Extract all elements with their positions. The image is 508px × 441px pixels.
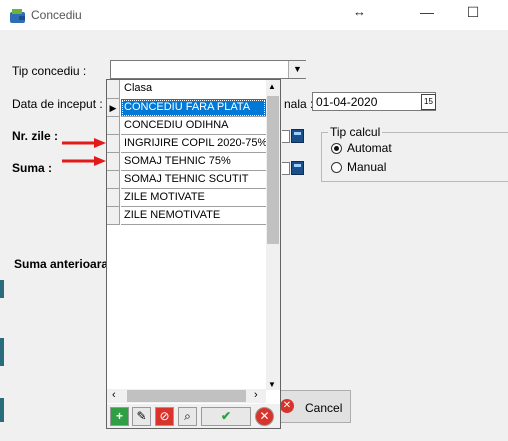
tip-calcul-title: Tip calcul — [328, 125, 383, 139]
combo-dropdown-button[interactable]: ▼ — [288, 61, 306, 78]
list-item[interactable]: SOMAJ TEHNIC SCUTIT — [121, 171, 266, 189]
resize-cursor-icon: ↔ — [353, 4, 366, 19]
data-finala-input[interactable]: 01-04-2020 — [312, 92, 436, 111]
radio-manual[interactable] — [331, 162, 342, 173]
row-indicator — [107, 135, 120, 153]
list-item[interactable]: CONCEDIU FARA PLATA — [121, 99, 266, 117]
list-item[interactable]: ZILE NEMOTIVATE — [121, 207, 266, 225]
row-indicator — [107, 207, 120, 225]
list-item[interactable]: SOMAJ TEHNIC 75% — [121, 153, 266, 171]
column-header[interactable]: Clasa — [121, 80, 266, 100]
background-strip — [0, 338, 4, 366]
scroll-right-icon[interactable]: › — [254, 389, 258, 401]
cancel-label: Cancel — [305, 401, 343, 415]
cancel-icon: ✕ — [280, 399, 294, 413]
calculator-icon[interactable] — [291, 161, 304, 175]
background-strip — [0, 398, 4, 422]
data-inceput-label: Data de inceput : — [12, 97, 103, 111]
row-indicator — [107, 189, 120, 207]
suma-input-edge[interactable] — [282, 162, 290, 175]
close-icon[interactable]: ✕ — [255, 407, 274, 426]
list-item[interactable]: CONCEDIU ODIHNA — [121, 117, 266, 135]
background-strip — [0, 280, 4, 298]
window-title: Concediu — [31, 8, 82, 22]
app-icon — [9, 6, 27, 24]
scroll-up-icon[interactable]: ▲ — [268, 82, 276, 91]
cancel-button[interactable]: ✕ Cancel — [276, 390, 351, 423]
row-indicator-current: ▶ — [107, 99, 120, 117]
minimize-button[interactable]: — — [412, 4, 442, 24]
calculator-icon[interactable] — [291, 129, 304, 143]
radio-manual-label: Manual — [347, 160, 387, 174]
radio-automat-label: Automat — [347, 141, 392, 155]
search-icon[interactable]: ⌕ — [178, 407, 197, 426]
annotation-arrows — [62, 138, 106, 166]
delete-icon[interactable]: ⊘ — [155, 407, 174, 426]
scroll-left-icon[interactable]: ‹ — [112, 389, 116, 401]
tip-concediu-combo[interactable] — [110, 60, 306, 79]
nr-zile-label: Nr. zile : — [12, 129, 59, 143]
radio-automat[interactable] — [331, 143, 342, 154]
arrow-icon — [62, 138, 106, 148]
scroll-down-icon[interactable]: ▼ — [268, 380, 276, 389]
add-icon[interactable]: + — [110, 407, 129, 426]
row-indicator — [107, 171, 120, 189]
column-header-label: Clasa — [124, 82, 153, 94]
tip-calcul-group — [321, 132, 508, 182]
suma-label: Suma : — [12, 161, 53, 175]
vertical-scroll-thumb[interactable] — [267, 96, 279, 244]
confirm-icon[interactable]: ✔ — [201, 407, 251, 426]
calendar-icon[interactable]: 15 — [421, 94, 436, 110]
data-finala-label: nala : — [284, 97, 314, 111]
header-indicator — [107, 80, 120, 99]
maximize-button[interactable]: ☐ — [458, 4, 488, 24]
edit-icon[interactable]: ✎ — [132, 407, 151, 426]
row-indicator — [107, 153, 120, 171]
list-item[interactable]: ZILE MOTIVATE — [121, 189, 266, 207]
tip-concediu-label: Tip concediu : — [12, 64, 87, 78]
suma-anterioara-label: Suma anterioara — [14, 257, 109, 271]
row-indicator — [107, 117, 120, 135]
nr-zile-input-edge[interactable] — [282, 130, 290, 143]
list-item[interactable]: INGRIJIRE COPIL 2020-75% — [121, 135, 266, 153]
horizontal-scroll-thumb[interactable] — [127, 390, 246, 402]
arrow-icon — [62, 156, 106, 166]
